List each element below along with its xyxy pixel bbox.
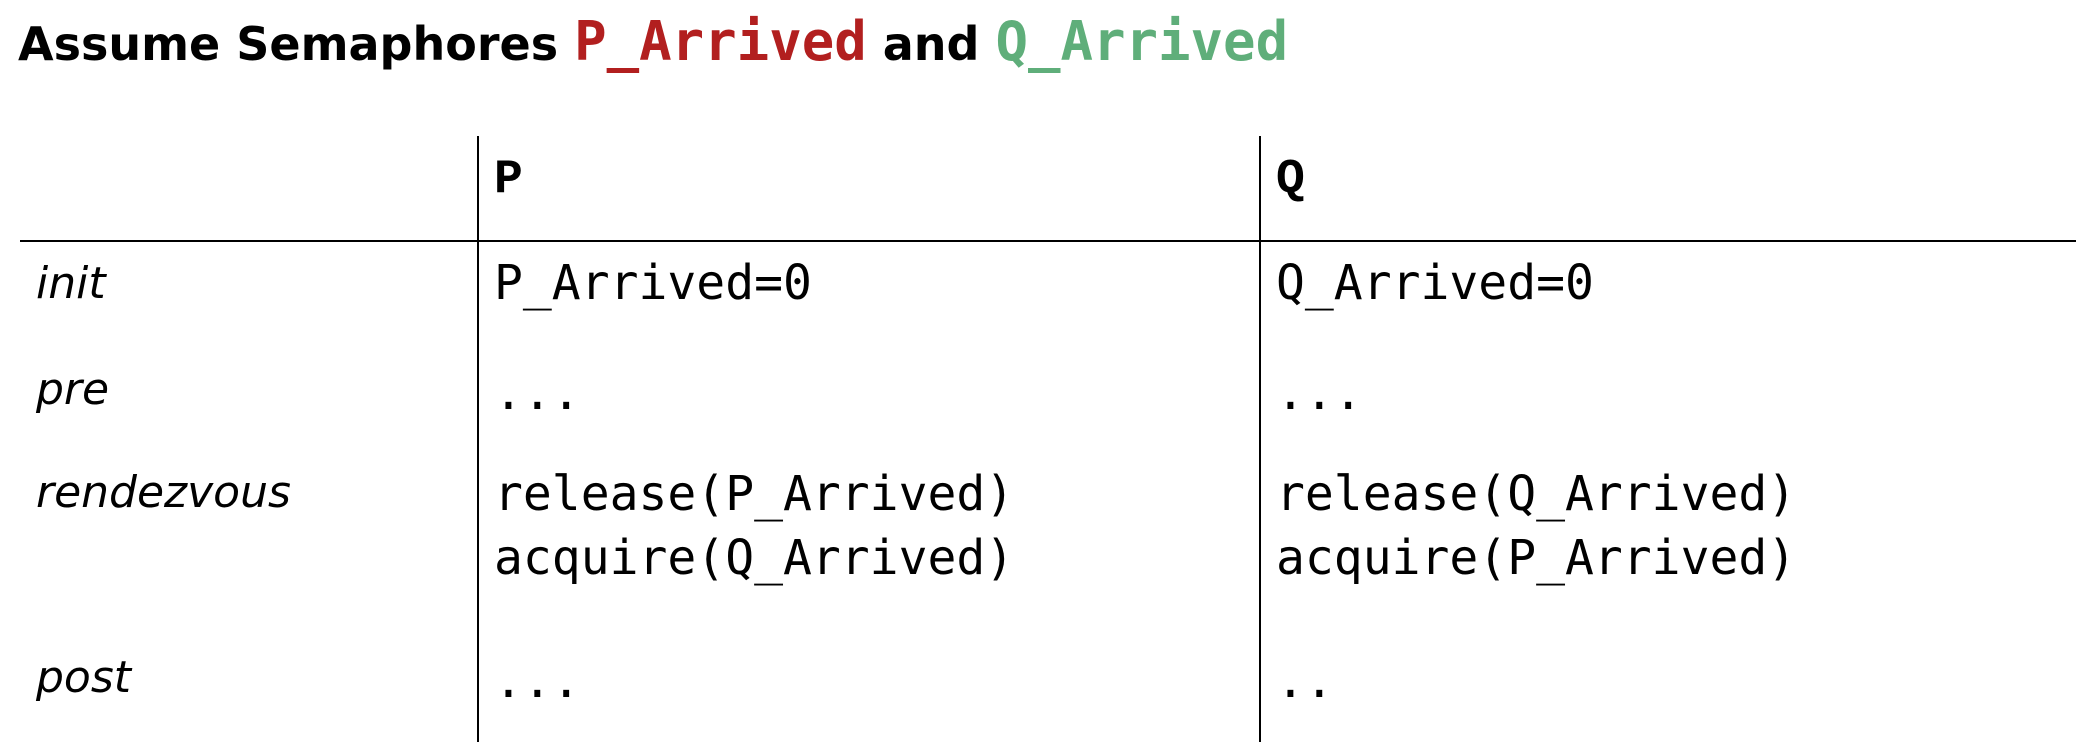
cell-pre-p: ... — [494, 365, 581, 421]
slide: Assume Semaphores P_Arrived and Q_Arrive… — [0, 0, 2094, 742]
slide-title: Assume Semaphores P_Arrived and Q_Arrive… — [18, 6, 1288, 78]
row-label-init: init — [36, 258, 106, 309]
cell-post-p: ... — [494, 653, 581, 709]
cell-rendezvous-q-release: release(Q_Arrived) — [1276, 466, 1797, 522]
row-label-pre: pre — [36, 364, 110, 415]
cell-rendezvous-p-release: release(P_Arrived) — [494, 466, 1015, 522]
title-semaphore-p: P_Arrived — [574, 10, 867, 73]
header-divider — [20, 240, 2076, 242]
cell-init-p: P_Arrived=0 — [494, 255, 812, 311]
cell-pre-q: ... — [1276, 365, 1363, 421]
cell-rendezvous-q-acquire: acquire(P_Arrived) — [1276, 530, 1797, 586]
row-label-rendezvous: rendezvous — [36, 467, 291, 518]
cell-rendezvous-p-acquire: acquire(Q_Arrived) — [494, 530, 1015, 586]
column-divider-q — [1259, 136, 1261, 742]
cell-init-q: Q_Arrived=0 — [1276, 255, 1594, 311]
cell-post-q: .. — [1276, 653, 1334, 709]
title-prefix: Assume Semaphores — [18, 17, 559, 71]
column-header-q: Q — [1276, 153, 1305, 207]
column-divider-p — [477, 136, 479, 742]
title-semaphore-q: Q_Arrived — [995, 10, 1289, 73]
column-header-p: P — [494, 153, 523, 207]
title-and: and — [882, 17, 980, 71]
row-label-post: post — [36, 652, 132, 703]
